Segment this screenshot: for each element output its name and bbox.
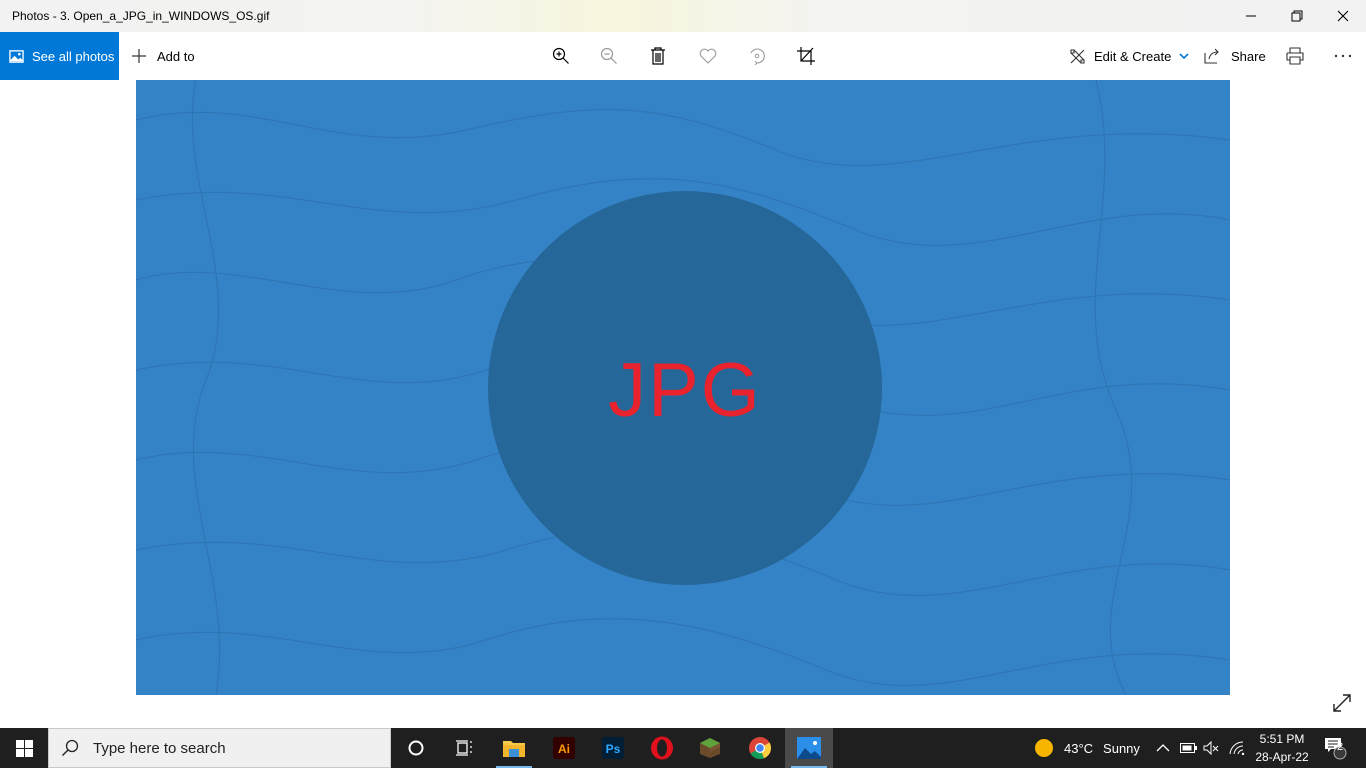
expand-icon bbox=[1333, 694, 1351, 712]
window-title: Photos - 3. Open_a_JPG_in_WINDOWS_OS.gif bbox=[12, 9, 270, 23]
minecraft-icon bbox=[700, 738, 720, 758]
cortana-icon bbox=[408, 740, 424, 756]
taskbar-file-explorer[interactable] bbox=[490, 728, 538, 768]
close-button[interactable] bbox=[1320, 0, 1366, 32]
restore-button[interactable] bbox=[1274, 0, 1320, 32]
volume-muted-icon bbox=[1203, 741, 1219, 755]
photos-icon bbox=[9, 49, 24, 63]
show-hidden-icons-button[interactable] bbox=[1156, 728, 1170, 768]
add-to-label: Add to bbox=[157, 48, 195, 64]
svg-text:Ai: Ai bbox=[558, 742, 570, 756]
crop-button[interactable] bbox=[795, 45, 817, 67]
plus-icon bbox=[132, 49, 146, 63]
minimize-icon bbox=[1246, 15, 1256, 17]
clock-date: 28-Apr-22 bbox=[1255, 750, 1309, 764]
printer-icon bbox=[1286, 47, 1304, 65]
taskbar-illustrator[interactable]: Ai bbox=[540, 728, 588, 768]
fullscreen-button[interactable] bbox=[1331, 692, 1353, 714]
share-label: Share bbox=[1231, 48, 1266, 64]
taskbar-photoshop[interactable]: Ps bbox=[589, 728, 637, 768]
share-icon bbox=[1204, 48, 1219, 64]
delete-button[interactable] bbox=[647, 45, 669, 67]
photos-app-icon bbox=[797, 737, 821, 759]
volume-button[interactable] bbox=[1203, 728, 1219, 768]
opera-icon bbox=[651, 736, 673, 760]
photoshop-icon: Ps bbox=[602, 737, 624, 759]
weather-widget[interactable]: 43°C Sunny bbox=[1034, 728, 1140, 768]
start-button[interactable] bbox=[0, 728, 48, 768]
task-view-button[interactable] bbox=[440, 728, 488, 768]
search-placeholder: Type here to search bbox=[93, 739, 226, 757]
file-explorer-icon bbox=[503, 741, 525, 757]
wifi-icon bbox=[1229, 741, 1245, 755]
title-bar: Photos - 3. Open_a_JPG_in_WINDOWS_OS.gif bbox=[0, 0, 1366, 32]
edit-create-icon bbox=[1070, 48, 1085, 64]
task-view-icon bbox=[456, 740, 472, 756]
share-button[interactable]: Share bbox=[1204, 32, 1266, 80]
photo-viewer: JPG bbox=[0, 80, 1366, 728]
taskbar-minecraft[interactable] bbox=[686, 728, 734, 768]
zoom-in-icon bbox=[552, 47, 569, 64]
jpg-circle: JPG bbox=[488, 191, 882, 585]
more-icon bbox=[1334, 54, 1352, 58]
cortana-button[interactable] bbox=[392, 728, 440, 768]
see-all-photos-button[interactable]: See all photos bbox=[0, 32, 119, 80]
rotate-button[interactable] bbox=[746, 45, 768, 67]
weather-temp: 43°C bbox=[1064, 740, 1094, 756]
rotate-icon bbox=[750, 48, 765, 65]
trash-icon bbox=[651, 47, 665, 65]
taskbar-opera[interactable] bbox=[638, 728, 686, 768]
more-options-button[interactable] bbox=[1334, 32, 1352, 80]
crop-icon bbox=[797, 47, 815, 65]
minimize-button[interactable] bbox=[1228, 0, 1274, 32]
illustrator-icon: Ai bbox=[553, 737, 575, 759]
photo-image[interactable]: JPG bbox=[136, 80, 1230, 695]
svg-text:Ps: Ps bbox=[606, 742, 621, 756]
windows-logo-icon bbox=[15, 739, 33, 757]
jpg-label: JPG bbox=[608, 347, 762, 433]
sun-icon bbox=[1035, 739, 1053, 757]
edit-create-button[interactable]: Edit & Create bbox=[1069, 32, 1189, 80]
clock-time: 5:51 PM bbox=[1259, 732, 1305, 746]
zoom-out-button[interactable] bbox=[598, 45, 620, 67]
taskbar-chrome[interactable] bbox=[736, 728, 784, 768]
zoom-in-button[interactable] bbox=[550, 45, 572, 67]
chevron-down-icon bbox=[1179, 53, 1189, 60]
heart-icon bbox=[699, 48, 717, 64]
battery-icon bbox=[1180, 743, 1197, 753]
action-center-button[interactable]: 2 bbox=[1324, 728, 1348, 768]
edit-create-label: Edit & Create bbox=[1094, 48, 1172, 64]
favorite-button[interactable] bbox=[697, 45, 719, 67]
search-icon bbox=[62, 739, 79, 756]
add-to-button[interactable]: Add to bbox=[131, 32, 195, 80]
chevron-up-icon bbox=[1156, 744, 1170, 752]
photos-toolbar: See all photos Add to Edit & Create Shar… bbox=[0, 32, 1366, 80]
see-all-photos-label: See all photos bbox=[32, 48, 115, 64]
taskbar-search-box[interactable]: Type here to search bbox=[48, 728, 391, 768]
clock[interactable]: 5:51 PM 28-Apr-22 bbox=[1248, 730, 1316, 766]
taskbar-photos[interactable] bbox=[785, 728, 833, 768]
weather-condition: Sunny bbox=[1103, 740, 1140, 756]
battery-button[interactable] bbox=[1180, 728, 1198, 768]
notification-count: 2 bbox=[1336, 741, 1344, 753]
restore-icon bbox=[1291, 10, 1303, 22]
network-button[interactable] bbox=[1229, 728, 1245, 768]
taskbar: Type here to search Ai Ps 43°C Sunny 5:5… bbox=[0, 728, 1366, 768]
close-icon bbox=[1337, 10, 1349, 22]
print-button[interactable] bbox=[1286, 32, 1304, 80]
zoom-out-icon bbox=[600, 47, 617, 64]
chrome-icon bbox=[749, 737, 772, 760]
